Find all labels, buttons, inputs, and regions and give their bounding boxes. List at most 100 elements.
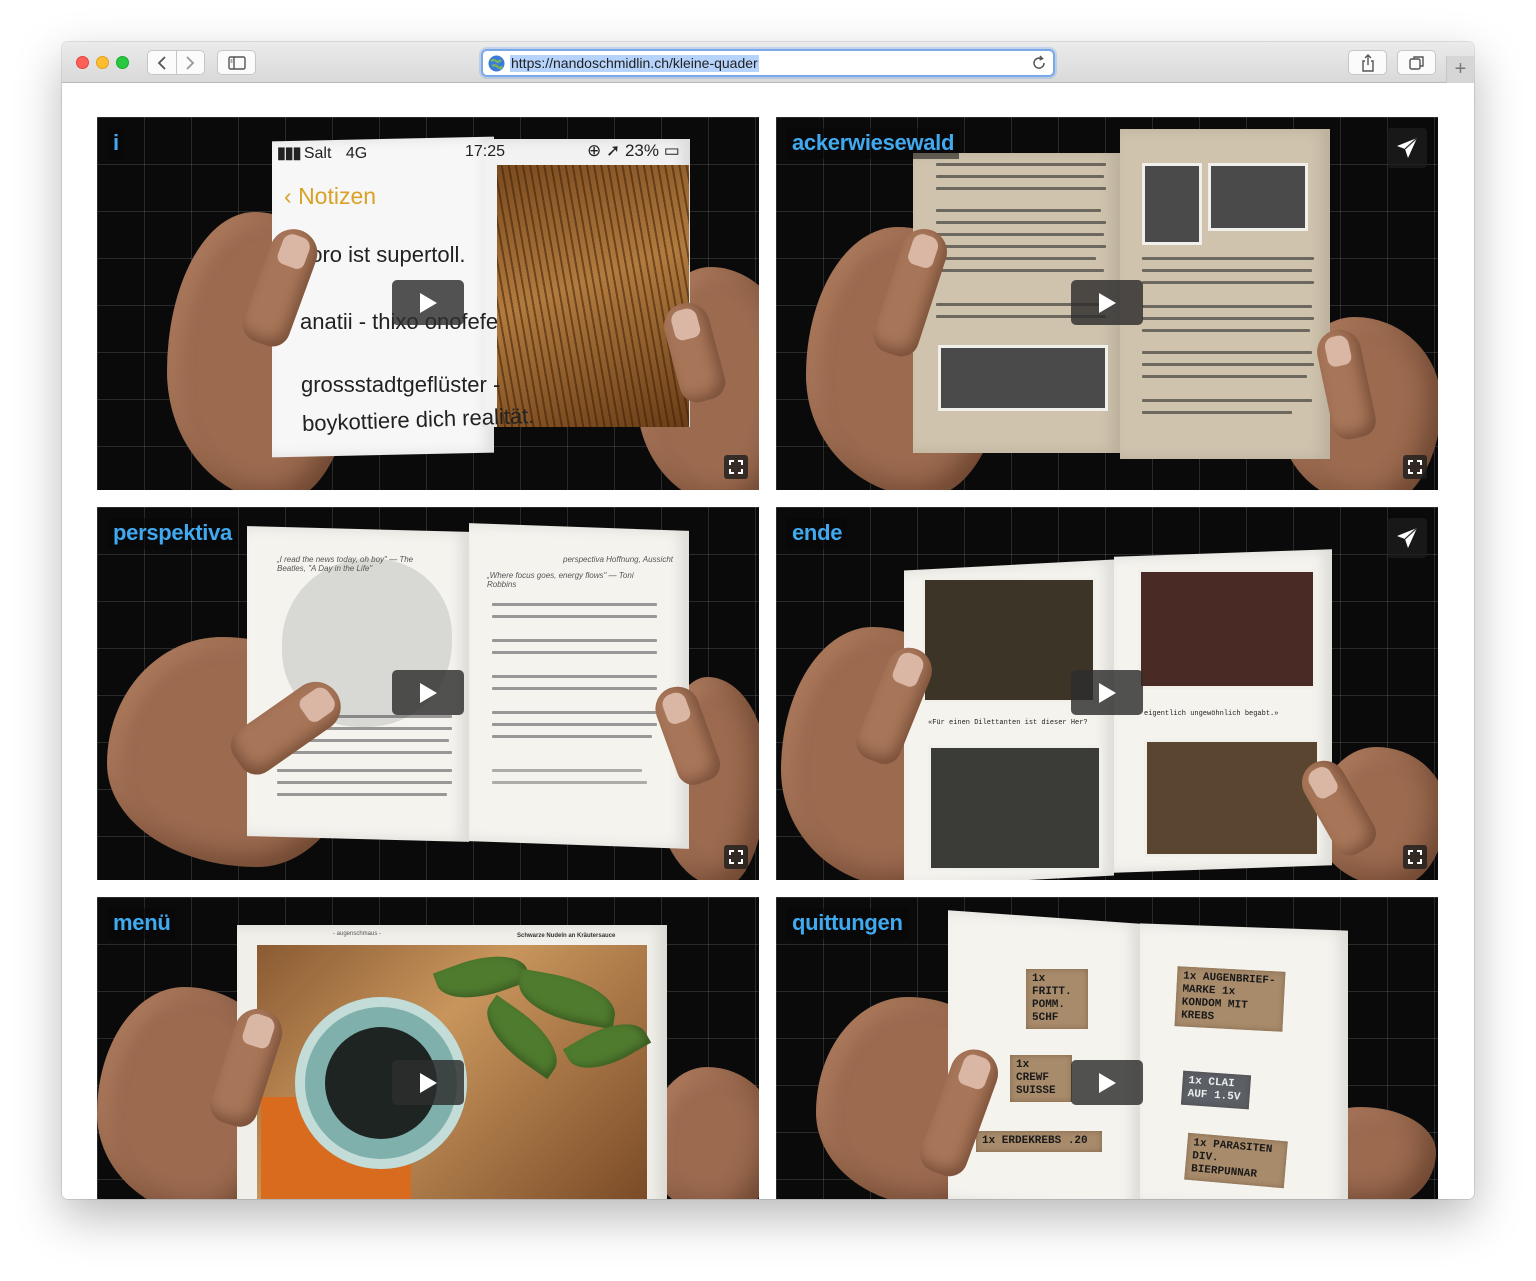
fullscreen-icon: [1408, 460, 1422, 474]
share-video-button[interactable]: [1387, 128, 1427, 168]
book-photo: [1138, 569, 1316, 689]
video-tile-quittungen[interactable]: 1x FRITT. POMM. 5CHF 1x AUGENBRIEF-MARKE…: [776, 897, 1438, 1199]
text-line: [277, 751, 452, 754]
fullscreen-button[interactable]: [1403, 845, 1427, 869]
text-line: [492, 603, 657, 606]
status-carrier: ▮▮▮ Salt 4G: [277, 145, 368, 162]
receipt-item: 1x CREWF SUISSE: [1010, 1055, 1072, 1102]
book-photo: [922, 577, 1096, 703]
caption-right: eigentlich ungewöhnlich begabt.»: [1144, 710, 1279, 718]
text-line: [1142, 351, 1312, 354]
receipt-item: 1x PARASITEN DIV. BIERPUNNAR: [1184, 1132, 1288, 1189]
book-photo: [928, 745, 1102, 871]
browser-toolbar: https://nandoschmidlin.ch/kleine-quader …: [62, 42, 1474, 83]
text-line: [492, 675, 657, 678]
play-button[interactable]: [1071, 280, 1143, 325]
plus-icon: +: [1454, 58, 1467, 80]
maximize-window-button[interactable]: [116, 56, 129, 69]
video-tile-perspektiva[interactable]: „I read the news today, oh boy" — The Be…: [97, 507, 759, 880]
play-button[interactable]: [1071, 1060, 1143, 1105]
paper-plane-icon: [1397, 137, 1418, 158]
video-tile-ackerwiesewald[interactable]: ackerwiesewald: [776, 117, 1438, 490]
play-icon: [420, 292, 437, 313]
close-window-button[interactable]: [76, 56, 89, 69]
text-line: [277, 769, 452, 772]
text-line: [1142, 375, 1307, 378]
video-title: i: [108, 128, 124, 159]
play-icon: [420, 682, 437, 703]
share-icon: [1361, 53, 1374, 72]
text-line: [936, 233, 1104, 236]
text-line: [936, 257, 1096, 260]
book-photo: [1142, 163, 1202, 245]
globe-icon: [488, 55, 505, 72]
text-line: [492, 711, 657, 714]
text-line: [277, 781, 452, 784]
play-icon: [420, 1072, 437, 1093]
video-tile-menu[interactable]: - augenschmaus - Schwarze Nudeln an Kräu…: [97, 897, 759, 1199]
paper-plane-icon: [1397, 527, 1418, 548]
video-title: ende: [787, 518, 848, 549]
header-right: Schwarze Nudeln an Kräutersauce: [517, 933, 616, 939]
back-button[interactable]: [148, 51, 176, 74]
quote-right: „Where focus goes, energy flows" — Toni …: [487, 571, 634, 589]
play-button[interactable]: [392, 670, 464, 715]
text-line: [1142, 317, 1314, 320]
play-button[interactable]: [1071, 670, 1143, 715]
fullscreen-icon: [729, 850, 743, 864]
play-button[interactable]: [392, 1060, 464, 1105]
fullscreen-button[interactable]: [724, 455, 748, 479]
fullscreen-icon: [729, 460, 743, 474]
tab-overview-button[interactable]: [1397, 50, 1436, 75]
text-line: [1142, 411, 1292, 414]
text-line: [936, 163, 1106, 166]
header-left: - augenschmaus -: [333, 931, 382, 937]
text-line: [492, 687, 657, 690]
fullscreen-button[interactable]: [724, 845, 748, 869]
notes-back-link: ‹ Notizen: [284, 183, 377, 209]
video-title: menü: [108, 908, 176, 939]
book-photo: [1208, 163, 1308, 231]
text-line: [936, 175, 1104, 178]
text-line: [492, 723, 657, 726]
share-button[interactable]: [1348, 50, 1387, 75]
text-line: [936, 209, 1101, 212]
receipt-item: 1x FRITT. POMM. 5CHF: [1026, 969, 1088, 1029]
video-title: ackerwiesewald: [787, 128, 960, 159]
text-line: [1142, 269, 1312, 272]
note-line-1: doro ist supertoll.: [298, 242, 466, 267]
caption-left: «Für einen Dilettanten ist dieser Her?: [928, 719, 1088, 727]
text-line: [1142, 363, 1314, 366]
text-line: [492, 639, 657, 642]
text-line: [936, 269, 1104, 272]
quote-left: „I read the news today, oh boy" — The Be…: [277, 555, 414, 573]
status-time: 17:25: [465, 143, 506, 160]
text-line: [492, 781, 647, 784]
text-line: [492, 615, 657, 618]
play-button[interactable]: [392, 280, 464, 325]
status-battery: ⊕ ➚ 23% ▭: [587, 141, 680, 160]
book-photo: [497, 165, 689, 427]
url-text[interactable]: https://nandoschmidlin.ch/kleine-quader: [510, 55, 759, 72]
text-line: [1142, 305, 1312, 308]
video-tile-i[interactable]: ▮▮▮ Salt 4G 17:25 ⊕ ➚ 23% ▭ ‹ Notizen do…: [97, 117, 759, 490]
play-icon: [1099, 1072, 1116, 1093]
play-icon: [1099, 682, 1116, 703]
minimize-window-button[interactable]: [96, 56, 109, 69]
sidebar-toggle-button[interactable]: [217, 50, 256, 75]
address-bar[interactable]: https://nandoschmidlin.ch/kleine-quader: [481, 49, 1055, 77]
chevron-left-icon: [157, 55, 166, 70]
text-line: [492, 769, 642, 772]
receipt-item: 1x CLAI AUF 1.5V: [1180, 1070, 1252, 1110]
text-line: [277, 793, 447, 796]
tabs-icon: [1408, 55, 1424, 70]
forward-button[interactable]: [175, 51, 204, 74]
text-line: [936, 187, 1106, 190]
new-tab-button[interactable]: +: [1446, 56, 1474, 83]
fullscreen-button[interactable]: [1403, 455, 1427, 479]
share-video-button[interactable]: [1387, 518, 1427, 558]
video-tile-ende[interactable]: «Für einen Dilettanten ist dieser Her? e…: [776, 507, 1438, 880]
reload-icon[interactable]: [1031, 55, 1047, 71]
text-line: [936, 245, 1106, 248]
sidebar-icon: [227, 55, 246, 70]
